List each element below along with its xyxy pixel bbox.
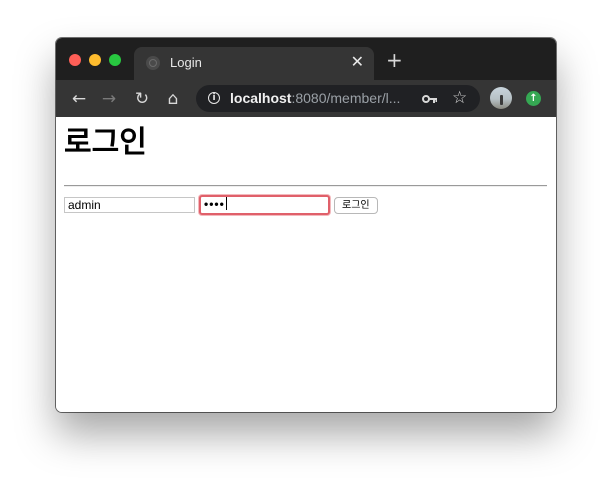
password-masked-value: •••• bbox=[204, 197, 225, 211]
star-icon[interactable]: ☆ bbox=[452, 88, 467, 108]
title-bar: Login ✕ + bbox=[56, 38, 556, 80]
page-title: 로그인 bbox=[64, 125, 147, 160]
url-text[interactable]: localhost:8080/member/l... bbox=[230, 90, 400, 106]
page-content: 로그인 admin •••• 로그인 bbox=[56, 117, 556, 412]
close-window-button[interactable] bbox=[69, 54, 81, 66]
tab-title: Login bbox=[170, 55, 202, 70]
avatar[interactable] bbox=[490, 87, 512, 109]
url-path: :8080/member/l... bbox=[291, 90, 401, 106]
text-caret bbox=[225, 197, 227, 210]
key-icon[interactable] bbox=[422, 93, 438, 105]
back-icon[interactable]: ← bbox=[69, 89, 89, 109]
divider bbox=[64, 185, 547, 187]
password-input[interactable]: •••• bbox=[199, 195, 330, 215]
arrow-up-icon[interactable]: ↑ bbox=[526, 91, 541, 106]
maximize-window-button[interactable] bbox=[109, 54, 121, 66]
forward-icon[interactable]: → bbox=[99, 89, 119, 109]
url-host: localhost bbox=[230, 90, 292, 106]
new-tab-button[interactable]: + bbox=[386, 50, 403, 70]
close-tab-icon[interactable]: ✕ bbox=[351, 52, 364, 71]
username-input[interactable]: admin bbox=[64, 197, 195, 213]
minimize-window-button[interactable] bbox=[89, 54, 101, 66]
reload-icon[interactable]: ↻ bbox=[132, 89, 152, 109]
home-icon[interactable]: ⌂ bbox=[163, 89, 183, 109]
browser-toolbar: ← → ↻ ⌂ i localhost:8080/member/l... ☆ ↑ bbox=[56, 80, 556, 117]
globe-icon bbox=[146, 56, 160, 70]
browser-tab[interactable]: Login ✕ bbox=[134, 47, 374, 80]
site-info-icon[interactable]: i bbox=[208, 92, 220, 104]
login-button[interactable]: 로그인 bbox=[334, 197, 378, 214]
browser-window: Login ✕ + ← → ↻ ⌂ i localhost:8080/membe… bbox=[56, 38, 556, 412]
